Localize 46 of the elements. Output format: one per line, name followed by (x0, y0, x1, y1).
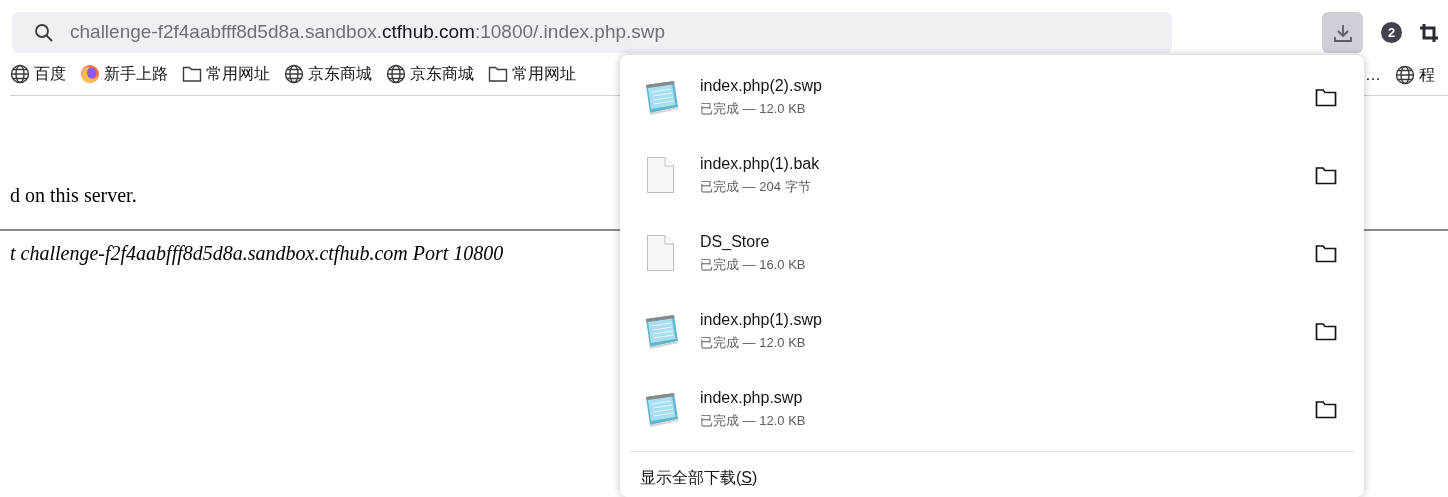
file-name: DS_Store (700, 232, 771, 252)
download-status: 已完成 — 204 字节 (700, 178, 812, 196)
server-signature: t challenge-f2f4aabfff8d5d8a.sandbox.ctfhub.com Port 10800 (10, 241, 504, 265)
file-icon (644, 234, 676, 272)
folder-icon (182, 65, 202, 83)
download-item[interactable]: index.php(1).swp 已完成 — 12.0 KB (630, 292, 1354, 370)
bookmark[interactable]: 京东商城 (386, 62, 474, 86)
folder-icon (1315, 321, 1337, 341)
folder-icon (1315, 399, 1337, 419)
download-item[interactable]: DS_Store 已完成 — 16.0 KB (630, 214, 1354, 292)
file-name: index.php(1).bak (700, 154, 821, 174)
download-item[interactable]: index.php(2).swp 已完成 — 12.0 KB (630, 58, 1354, 136)
error-message: d on this server. (10, 183, 137, 207)
download-status: 已完成 — 12.0 KB (700, 100, 807, 118)
bookmark[interactable]: 新手上路 (80, 62, 168, 86)
file-icon (644, 156, 676, 194)
bookmark[interactable]: 常用网址 (182, 62, 270, 86)
bookmark[interactable]: 百度 (10, 62, 66, 86)
bookmark[interactable]: 常用网址 (488, 62, 576, 86)
file-name: index.php.swp (700, 388, 804, 408)
file-name: index.php(2).swp (700, 76, 823, 96)
folder-icon (488, 65, 508, 83)
download-item[interactable]: index.php.swp 已完成 — 12.0 KB (630, 370, 1354, 448)
bookmark[interactable]: 京东商城 (284, 62, 372, 86)
globe-icon (386, 64, 406, 84)
address-bar[interactable]: challenge-f2f4aabfff8d5d8a.sandbox.ctfhub.com:10800/.index.php.swp (12, 12, 1172, 53)
bookmark[interactable]: 程 (1395, 62, 1435, 87)
globe-icon (10, 64, 30, 84)
search-icon (34, 22, 54, 43)
globe-icon (1395, 64, 1415, 85)
bookmark[interactable]: … (1365, 62, 1381, 87)
browser-logo-icon (80, 64, 100, 84)
download-status: 已完成 — 12.0 KB (700, 334, 807, 352)
folder-icon (1315, 165, 1337, 185)
crop-icon[interactable] (1420, 23, 1438, 42)
globe-icon (284, 64, 304, 84)
download-item[interactable]: index.php(1).bak 已完成 — 204 字节 (630, 136, 1354, 214)
download-status: 已完成 — 16.0 KB (700, 256, 807, 274)
downloads-button[interactable] (1322, 12, 1363, 53)
file-name: index.php(1).swp (700, 310, 823, 330)
folder-icon (1315, 87, 1337, 107)
notification-badge[interactable]: 2 (1381, 22, 1402, 43)
show-all-downloads-link[interactable]: 显示全部下载(S) (640, 466, 758, 490)
url-text: challenge-f2f4aabfff8d5d8a.sandbox.ctfhub.com:10800/.index.php.swp (70, 20, 666, 45)
download-status: 已完成 — 12.0 KB (700, 412, 807, 430)
folder-icon (1315, 243, 1337, 263)
